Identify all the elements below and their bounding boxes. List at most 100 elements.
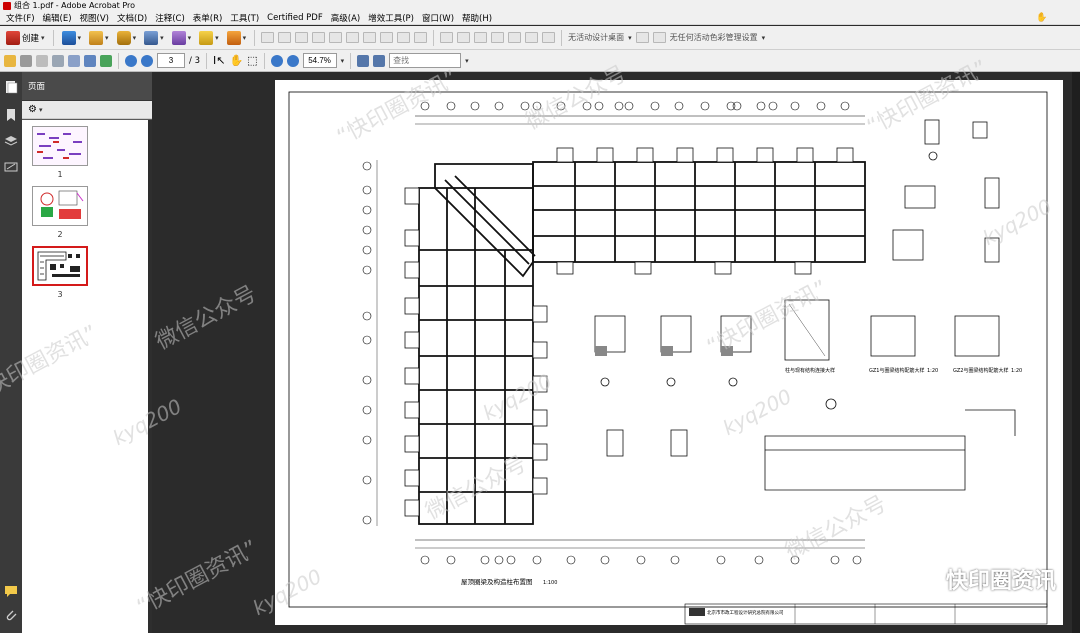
zoom-out-icon[interactable] bbox=[270, 54, 283, 67]
combine-button[interactable]: ▾ bbox=[60, 29, 84, 47]
output-preview-icon[interactable] bbox=[474, 32, 488, 43]
chevron-down-icon[interactable]: ▾ bbox=[39, 106, 43, 114]
file-toolbar: / 3 I↖ ✋ ⬚ ▾ ▾ bbox=[0, 50, 1080, 72]
secure-button[interactable]: ▾ bbox=[115, 29, 139, 47]
thumbnail-list: 1 2 3 bbox=[22, 120, 152, 633]
next-page-icon[interactable] bbox=[141, 54, 153, 67]
create-button[interactable]: 创建 ▾ bbox=[4, 29, 47, 47]
attachments-icon[interactable] bbox=[4, 608, 18, 622]
page-thumbnail-1[interactable] bbox=[32, 126, 88, 166]
signatures-icon[interactable] bbox=[4, 160, 18, 174]
page-number-input[interactable] bbox=[157, 53, 185, 68]
structural-drawing: 屋顶圈梁及构造柱布置图 1:100 GZ1与圈梁结构配筋大样 1:20 GZ2与… bbox=[288, 91, 1048, 625]
chevron-down-icon[interactable]: ▾ bbox=[341, 57, 345, 65]
layout-icon[interactable] bbox=[635, 32, 649, 43]
page-thumbnail-label: 3 bbox=[57, 290, 63, 299]
detail-b-scale: 1:20 bbox=[1011, 368, 1022, 374]
chevron-down-icon: ▾ bbox=[77, 33, 82, 42]
pages-panel-title: 页面 bbox=[28, 82, 46, 92]
create-label: 创建 bbox=[22, 33, 40, 44]
trap-icon[interactable] bbox=[491, 32, 505, 43]
save-as-icon[interactable] bbox=[68, 54, 80, 67]
fit-width-icon[interactable] bbox=[373, 54, 386, 67]
toolbar-separator bbox=[205, 52, 207, 69]
menu-document[interactable]: 文档(D) bbox=[113, 12, 151, 24]
forms-button[interactable]: ▾ bbox=[170, 29, 194, 47]
comment-icon bbox=[199, 30, 214, 45]
flattener-icon[interactable] bbox=[542, 32, 556, 43]
zoom-in-icon[interactable] bbox=[286, 54, 299, 67]
layers-icon[interactable] bbox=[4, 134, 18, 148]
pages-panel: 页面 ⚙ ▾ 1 2 3 bbox=[22, 72, 152, 633]
hand-tool-icon[interactable]: ✋ bbox=[229, 54, 243, 67]
marquee-zoom-icon[interactable]: ⬚ bbox=[247, 54, 257, 67]
menu-comments[interactable]: 注释(C) bbox=[151, 12, 189, 24]
open-folder-icon[interactable] bbox=[4, 54, 16, 67]
chevron-down-icon: ▾ bbox=[187, 33, 192, 42]
toolbar-separator bbox=[254, 29, 256, 46]
sign-button[interactable]: ▾ bbox=[142, 29, 166, 47]
document-scrollbar[interactable] bbox=[1072, 72, 1080, 633]
review-button[interactable]: ▾ bbox=[197, 29, 221, 47]
save-icon[interactable] bbox=[52, 54, 64, 67]
zoom-level-input[interactable] bbox=[302, 53, 337, 68]
text-icon[interactable] bbox=[363, 32, 377, 43]
pages-icon[interactable] bbox=[4, 80, 18, 94]
comments-icon[interactable] bbox=[4, 584, 18, 598]
menu-file[interactable]: 文件(F) bbox=[2, 12, 39, 24]
menu-window[interactable]: 窗口(W) bbox=[418, 12, 458, 24]
chevron-down-icon[interactable]: ▾ bbox=[465, 57, 469, 65]
menu-advanced[interactable]: 高级(A) bbox=[327, 12, 364, 24]
pages-panel-options[interactable]: ⚙ ▾ bbox=[22, 101, 152, 119]
fit-page-icon[interactable] bbox=[357, 54, 370, 67]
title-bar: 组合 1.pdf - Adobe Acrobat Pro bbox=[0, 0, 1080, 11]
rectangle-icon[interactable] bbox=[329, 32, 343, 43]
window-title: 组合 1.pdf - Adobe Acrobat Pro bbox=[14, 1, 136, 10]
select-tool-icon[interactable] bbox=[312, 32, 326, 43]
export-button[interactable]: ▾ bbox=[87, 29, 111, 47]
chevron-down-icon: ▾ bbox=[628, 33, 632, 42]
menu-plugins[interactable]: 增效工具(P) bbox=[364, 12, 418, 24]
menu-help[interactable]: 帮助(H) bbox=[458, 12, 496, 24]
fix-hairlines-icon[interactable] bbox=[508, 32, 522, 43]
previous-page-icon[interactable] bbox=[125, 54, 137, 67]
color-management-label[interactable]: 无任何活动色彩管理设置 bbox=[670, 32, 758, 43]
preflight-icon[interactable] bbox=[457, 32, 471, 43]
cut-icon[interactable] bbox=[261, 32, 275, 43]
tools-button[interactable]: ▾ bbox=[225, 29, 249, 47]
brand-text: 快印圈资讯 bbox=[945, 569, 1056, 594]
convert-colors-icon[interactable] bbox=[525, 32, 539, 43]
email-icon[interactable] bbox=[84, 54, 96, 67]
organizer-icon[interactable] bbox=[20, 54, 32, 67]
menu-edit[interactable]: 编辑(E) bbox=[39, 12, 76, 24]
print-production-icon[interactable] bbox=[440, 32, 454, 43]
menu-bar: 文件(F) 编辑(E) 视图(V) 文档(D) 注释(C) 表单(R) 工具(T… bbox=[0, 11, 1080, 25]
select-text-icon[interactable]: I↖ bbox=[213, 54, 225, 67]
pdf-page: 屋顶圈梁及构造柱布置图 1:100 GZ1与圈梁结构配筋大样 1:20 GZ2与… bbox=[275, 80, 1063, 625]
crop-icon[interactable] bbox=[414, 32, 428, 43]
touchup-icon[interactable] bbox=[380, 32, 394, 43]
bookmarks-icon[interactable] bbox=[4, 108, 18, 122]
move-icon[interactable] bbox=[346, 32, 360, 43]
toolbar-separator bbox=[52, 29, 54, 46]
design-view-label[interactable]: 无活动设计桌面 bbox=[568, 32, 624, 43]
find-input[interactable] bbox=[389, 53, 462, 68]
gear-icon[interactable]: ⚙ bbox=[28, 104, 37, 115]
pen-icon bbox=[144, 30, 159, 45]
object-icon[interactable] bbox=[397, 32, 411, 43]
menu-view[interactable]: 视图(V) bbox=[76, 12, 113, 24]
grid-icon[interactable] bbox=[652, 32, 666, 43]
thumbnail-preview bbox=[33, 187, 87, 225]
main-drawing-scale: 1:100 bbox=[543, 580, 557, 586]
print-icon[interactable] bbox=[36, 54, 48, 67]
menu-tools[interactable]: 工具(T) bbox=[226, 12, 263, 24]
collaborate-icon[interactable] bbox=[100, 54, 112, 67]
page-thumbnail-2[interactable] bbox=[32, 186, 88, 226]
chevron-down-icon: ▾ bbox=[160, 33, 164, 42]
paste-icon[interactable] bbox=[295, 32, 309, 43]
combine-files-icon bbox=[61, 30, 76, 45]
menu-forms[interactable]: 表单(R) bbox=[189, 12, 227, 24]
copy-icon[interactable] bbox=[278, 32, 292, 43]
menu-certified-pdf[interactable]: Certified PDF bbox=[263, 13, 327, 23]
page-thumbnail-3[interactable] bbox=[32, 246, 88, 286]
